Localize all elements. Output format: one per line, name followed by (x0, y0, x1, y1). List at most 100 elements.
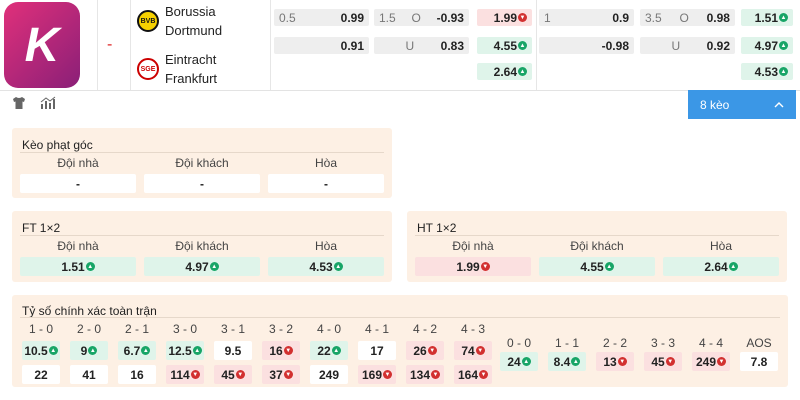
corner-odds-button[interactable]: - (20, 174, 136, 193)
more-odds-button[interactable]: 8 kèo (688, 90, 796, 119)
divider (415, 235, 779, 236)
odds-up-icon: ▲ (331, 346, 341, 355)
divider (97, 0, 98, 90)
match-odds-view: K - BVB Borussia Dortmund SGE Eintracht Fr… (0, 0, 800, 400)
more-odds-label: 8 kèo (700, 97, 730, 112)
odds-up-icon: ▲ (779, 13, 788, 22)
score-label: 1 - 1 (554, 336, 579, 350)
ft-odds-button[interactable]: 4.53 ▲ (268, 257, 384, 276)
home-team[interactable]: BVB Borussia Dortmund (137, 2, 255, 40)
odds-cell[interactable]: 1.51 ▲ (741, 9, 793, 26)
score-odds-button[interactable]: 114 ▼ (166, 365, 204, 384)
corner-odds-button[interactable]: - (268, 174, 384, 193)
odds-cell[interactable]: 1.5 O -0.93 (374, 9, 469, 26)
odds-down-icon: ▼ (431, 370, 441, 379)
market-header: Đội khách (175, 156, 229, 170)
odds-down-icon: ▼ (617, 357, 627, 366)
score-odds-button[interactable]: 7.8 (740, 352, 778, 371)
score-label: 4 - 0 (316, 322, 341, 336)
score-odds-button[interactable]: 249 (310, 365, 348, 384)
away-team-name-line2: Frankfurt (165, 71, 218, 86)
score-label: 1 - 0 (28, 322, 53, 336)
divider (130, 0, 131, 90)
score-odds-button[interactable]: 45 ▼ (214, 365, 252, 384)
market-header: Đội nhà (57, 156, 99, 170)
odds-up-icon: ▲ (209, 262, 219, 271)
divider (20, 317, 780, 318)
odds-down-icon: ▼ (518, 13, 527, 22)
score-odds-button[interactable]: 9.5 (214, 341, 252, 360)
market-header: Đội khách (570, 239, 624, 253)
score-label: 4 - 1 (364, 322, 389, 336)
score-label: 3 - 3 (650, 336, 675, 350)
odds-down-icon: ▼ (283, 346, 293, 355)
score-odds-button[interactable]: 13 ▼ (596, 352, 634, 371)
odds-cell[interactable]: 1 0.9 (539, 9, 634, 26)
stats-icon[interactable] (40, 96, 56, 114)
odds-down-icon: ▼ (383, 370, 393, 379)
score-odds-button[interactable]: 22 ▲ (310, 341, 348, 360)
divider (270, 0, 271, 90)
ht-odds-button[interactable]: 1.99 ▼ (415, 257, 531, 276)
ht-title: HT 1×2 (417, 221, 457, 235)
odds-up-icon: ▲ (85, 262, 95, 271)
odds-up-icon: ▲ (88, 346, 98, 355)
odds-cell[interactable]: 4.55 ▲ (477, 37, 532, 54)
score-label: 0 - 0 (506, 336, 531, 350)
score-odds-button[interactable]: 164 ▼ (454, 365, 492, 384)
odds-down-icon: ▼ (480, 262, 490, 271)
shirt-icon[interactable] (12, 96, 26, 114)
score-label: 4 - 3 (460, 322, 485, 336)
score-odds-button[interactable]: 22 (22, 365, 60, 384)
odds-cell[interactable]: 0.5 0.99 (274, 9, 369, 26)
score-odds-button[interactable]: 17 (358, 341, 396, 360)
score-odds-button[interactable]: 9 ▲ (70, 341, 108, 360)
odds-cell[interactable]: 3.5 O 0.98 (640, 9, 735, 26)
score-odds-button[interactable]: 16 (118, 365, 156, 384)
odds-up-icon: ▲ (779, 41, 788, 50)
score-odds-button[interactable]: 45 ▼ (644, 352, 682, 371)
corner-title: Kèo phạt góc (22, 138, 93, 152)
ft-odds-button[interactable]: 4.97 ▲ (144, 257, 260, 276)
odds-down-icon: ▼ (283, 370, 293, 379)
score-odds-button[interactable]: 249 ▼ (692, 352, 730, 371)
score-label: 3 - 2 (268, 322, 293, 336)
market-header: Hòa (314, 239, 337, 253)
score-odds-button[interactable]: 24 ▲ (500, 352, 538, 371)
score-odds-button[interactable]: 10.5 ▲ (22, 341, 60, 360)
score-odds-button[interactable]: 8.4 ▲ (548, 352, 586, 371)
odds-cell[interactable]: 4.53 ▲ (741, 63, 793, 80)
odds-cell[interactable]: U 0.92 (640, 37, 735, 54)
score-odds-button[interactable]: 12.5 ▲ (166, 341, 204, 360)
odds-cell[interactable]: 4.97 ▲ (741, 37, 793, 54)
odds-cell[interactable]: U 0.83 (374, 37, 469, 54)
odds-cell[interactable]: -0.98 (539, 37, 634, 54)
odds-down-icon: ▼ (479, 370, 489, 379)
score-odds-button[interactable]: 6.7 ▲ (118, 341, 156, 360)
score-odds-button[interactable]: 26 ▼ (406, 341, 444, 360)
score-odds-button[interactable]: 169 ▼ (358, 365, 396, 384)
score-odds-button[interactable]: 134 ▼ (406, 365, 444, 384)
ht-odds-button[interactable]: 2.64 ▲ (663, 257, 779, 276)
home-team-name-line1: Borussia (165, 4, 216, 19)
frankfurt-crest-icon: SGE (137, 58, 159, 80)
odds-up-icon: ▲ (521, 357, 531, 366)
ht-odds-button[interactable]: 4.55 ▲ (539, 257, 655, 276)
odds-down-icon: ▼ (235, 370, 245, 379)
score-odds-button[interactable]: 74 ▼ (454, 341, 492, 360)
app-logo[interactable]: K (4, 2, 80, 88)
odds-cell[interactable]: 2.64 ▲ (477, 63, 532, 80)
logo-letter: K (24, 18, 60, 72)
ft-odds-button[interactable]: 1.51 ▲ (20, 257, 136, 276)
ft-title: FT 1×2 (22, 221, 61, 235)
score-odds-button[interactable]: 41 (70, 365, 108, 384)
odds-cell[interactable]: 1.99 ▼ (477, 9, 532, 26)
score-odds-button[interactable]: 37 ▼ (262, 365, 300, 384)
score-odds-button[interactable]: 16 ▼ (262, 341, 300, 360)
market-header: Đội nhà (452, 239, 494, 253)
odds-cell[interactable]: 0.91 (274, 37, 369, 54)
corner-odds-button[interactable]: - (144, 174, 260, 193)
odds-up-icon: ▲ (48, 346, 58, 355)
score-label: 4 - 2 (412, 322, 437, 336)
away-team[interactable]: SGE Eintracht Frankfurt (137, 50, 255, 88)
